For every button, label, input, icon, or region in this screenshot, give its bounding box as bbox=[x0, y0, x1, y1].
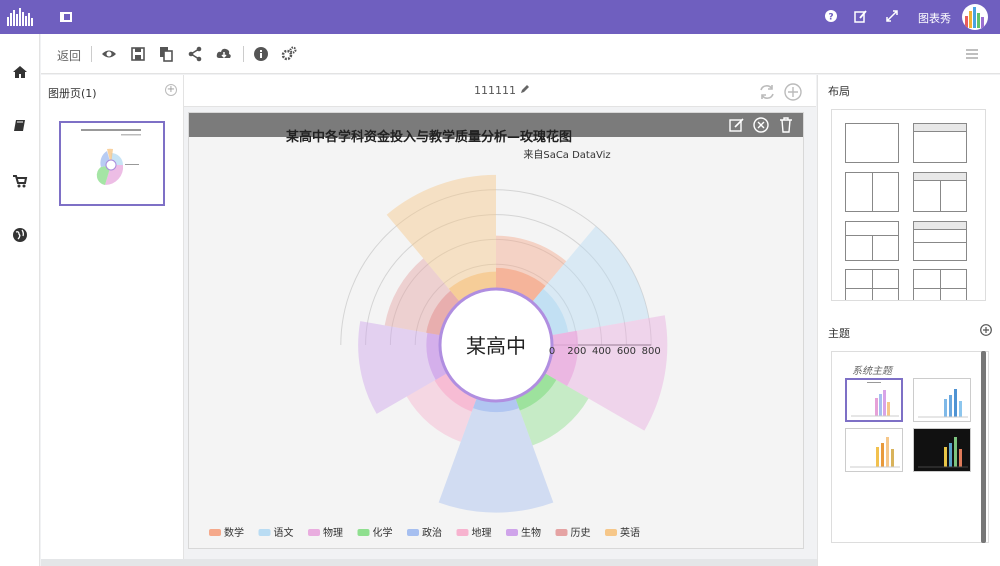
radial-tick-label: 600 bbox=[617, 346, 636, 357]
canvas-area: 某高中 0 200 400 600 800 某高中各学科资金投入与教学质量分析—玫瑰花图… bbox=[184, 108, 816, 559]
top-bar: ? 图表秀 bbox=[0, 0, 1000, 34]
page-header: 111111 bbox=[184, 75, 816, 107]
legend-swatch[interactable] bbox=[506, 529, 518, 536]
eye-icon[interactable] bbox=[101, 46, 117, 62]
theme-option[interactable] bbox=[845, 378, 903, 422]
layout-option[interactable] bbox=[913, 172, 967, 212]
pencil-icon[interactable] bbox=[520, 84, 530, 94]
layout-option[interactable] bbox=[845, 269, 899, 300]
chart-title: 某高中各学科资金投入与教学质量分析—玫瑰花图 bbox=[285, 129, 572, 145]
legend-label[interactable]: 数学 bbox=[224, 526, 244, 539]
theme-scrollbar[interactable] bbox=[981, 351, 986, 543]
home-icon[interactable] bbox=[12, 64, 28, 80]
plus-circle-icon[interactable] bbox=[980, 324, 992, 336]
legend-swatch[interactable] bbox=[407, 529, 419, 536]
back-button[interactable]: 返回 bbox=[57, 47, 81, 64]
page-thumbnail[interactable] bbox=[59, 121, 165, 206]
avatar[interactable] bbox=[962, 4, 988, 30]
legend-label[interactable]: 英语 bbox=[620, 526, 640, 539]
legend-swatch[interactable] bbox=[605, 529, 617, 536]
user-name[interactable]: 图表秀 bbox=[918, 10, 951, 26]
layout-option[interactable] bbox=[845, 172, 899, 212]
add-page-button[interactable]: + bbox=[165, 84, 177, 96]
page-name-text[interactable]: 111111 bbox=[474, 84, 516, 97]
plus-circle-icon[interactable] bbox=[784, 83, 802, 101]
radial-tick-label: 800 bbox=[642, 346, 661, 357]
page-name[interactable]: 111111 bbox=[474, 84, 530, 97]
radial-tick-label: 400 bbox=[592, 346, 611, 357]
book-icon[interactable] bbox=[12, 118, 28, 134]
save-icon[interactable] bbox=[130, 46, 146, 62]
theme-option[interactable] bbox=[913, 428, 971, 472]
bottom-strip bbox=[41, 559, 817, 566]
theme-group-label: 系统主题 bbox=[852, 366, 892, 377]
legend-label[interactable]: 历史 bbox=[571, 527, 591, 539]
legend-label[interactable]: 政治 bbox=[422, 526, 442, 539]
list-icon[interactable] bbox=[964, 46, 980, 62]
fullscreen-icon[interactable] bbox=[885, 10, 899, 24]
cloud-download-icon[interactable] bbox=[216, 46, 232, 62]
legend-swatch[interactable] bbox=[258, 529, 271, 536]
radial-tick-label: 0 bbox=[549, 346, 555, 357]
chart-subtitle: 来自SaCa DataViz bbox=[523, 148, 610, 161]
legend-swatch[interactable] bbox=[209, 529, 221, 536]
refresh-icon[interactable] bbox=[758, 83, 776, 101]
legend-label[interactable]: 语文 bbox=[274, 526, 294, 539]
layout-list bbox=[831, 109, 986, 301]
layout-option[interactable] bbox=[913, 221, 967, 261]
pages-panel: 图册页(1) + bbox=[41, 75, 184, 559]
theme-list: 系统主题 bbox=[831, 351, 989, 543]
layout-option[interactable] bbox=[845, 221, 899, 261]
legend-swatch[interactable] bbox=[456, 529, 469, 536]
info-icon[interactable] bbox=[253, 46, 269, 62]
question-icon[interactable]: ? bbox=[824, 10, 838, 24]
theme-option[interactable] bbox=[845, 428, 903, 472]
legend-label[interactable]: 地理 bbox=[472, 526, 492, 539]
legend-label[interactable]: 生物 bbox=[521, 526, 541, 539]
copy-icon[interactable] bbox=[158, 46, 174, 62]
rose-chart: 某高中 0 200 400 600 800 某高中各学科资金投入与教学质量分析—玫瑰花图… bbox=[209, 129, 668, 539]
legend-swatch[interactable] bbox=[308, 529, 320, 536]
settings-icon[interactable] bbox=[281, 46, 297, 62]
layout-option[interactable] bbox=[913, 269, 967, 300]
svg-text:?: ? bbox=[828, 13, 833, 23]
toolbar: 返回 bbox=[41, 34, 1000, 74]
pages-panel-title: 图册页(1) bbox=[48, 87, 97, 100]
layout-option[interactable] bbox=[913, 123, 967, 163]
cart-icon[interactable] bbox=[12, 173, 28, 189]
share-icon[interactable] bbox=[187, 46, 203, 62]
theme-title: 主题 bbox=[828, 327, 850, 340]
center-label: 某高中 bbox=[466, 334, 526, 358]
app-logo[interactable] bbox=[6, 8, 36, 26]
toolbar-divider bbox=[243, 46, 244, 62]
menu-toggle-icon[interactable] bbox=[60, 12, 72, 22]
legend-swatch[interactable] bbox=[357, 529, 370, 536]
edit-icon[interactable] bbox=[853, 10, 867, 24]
legend-swatch[interactable] bbox=[555, 529, 568, 536]
chart-card[interactable]: 某高中 0 200 400 600 800 某高中各学科资金投入与教学质量分析—玫瑰花图… bbox=[188, 112, 804, 549]
globe-icon[interactable] bbox=[12, 227, 28, 243]
layout-option[interactable] bbox=[845, 123, 899, 163]
left-nav bbox=[0, 34, 40, 566]
radial-tick-label: 200 bbox=[567, 346, 586, 357]
layout-title: 布局 bbox=[828, 85, 850, 98]
legend-label[interactable]: 化学 bbox=[373, 526, 393, 539]
theme-option[interactable] bbox=[913, 378, 971, 422]
toolbar-divider bbox=[91, 46, 92, 62]
legend-label[interactable]: 物理 bbox=[323, 526, 343, 539]
right-panel: 布局 主题 系统主题 bbox=[817, 75, 1000, 566]
